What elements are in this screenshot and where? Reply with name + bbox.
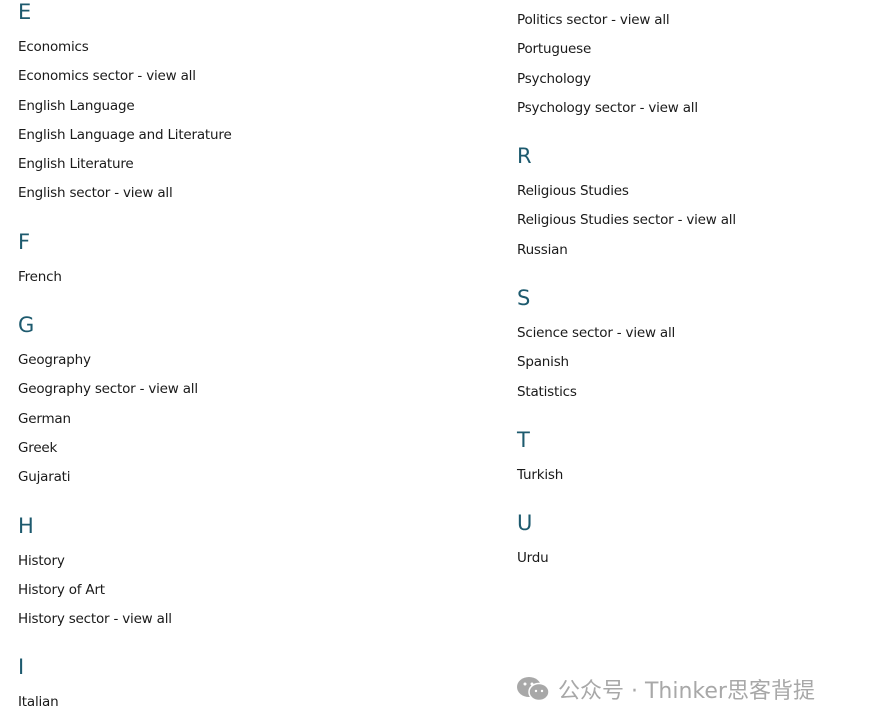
subject-link[interactable]: Italian xyxy=(18,688,478,717)
letter-group: S Science sector - view all Spanish Statist… xyxy=(517,278,873,407)
subject-link[interactable]: Statistics xyxy=(517,378,873,407)
subject-link[interactable]: Greek xyxy=(18,434,478,463)
subject-link[interactable]: History sector - view all xyxy=(18,605,478,634)
letter-group: R Religious Studies Religious Studies sect… xyxy=(517,136,873,265)
letter-heading: R xyxy=(517,144,532,169)
subject-link[interactable]: Geography sector - view all xyxy=(18,375,478,404)
subject-link[interactable]: Gujarati xyxy=(18,463,478,492)
letter-heading: T xyxy=(517,427,530,452)
subject-link[interactable]: English Literature xyxy=(18,150,478,179)
letter-group: G Geography Geography sector - view all Ger… xyxy=(18,305,478,492)
subject-link[interactable]: Portuguese xyxy=(517,35,873,64)
subject-link[interactable]: Russian xyxy=(517,236,873,265)
subject-column-right: Politics sector - view all Portuguese Psyc… xyxy=(517,6,873,574)
letter-heading: H xyxy=(18,513,34,538)
letter-heading: G xyxy=(18,313,35,338)
subject-link[interactable]: French xyxy=(18,263,478,292)
subject-column-left: E Economics Economics sector - view all Eng… xyxy=(18,0,478,718)
subject-link[interactable]: Geography xyxy=(18,346,478,375)
letter-group: T Turkish xyxy=(517,420,873,490)
letter-heading: S xyxy=(517,286,531,311)
letter-heading: U xyxy=(517,511,533,536)
letter-group: I Italian xyxy=(18,647,478,717)
letter-group: E Economics Economics sector - view all Eng… xyxy=(18,0,478,209)
subject-link[interactable]: Politics sector - view all xyxy=(517,6,873,35)
letter-group: H History History of Art History sector - v… xyxy=(18,506,478,635)
subject-link[interactable]: English Language xyxy=(18,92,478,121)
subject-link[interactable]: Religious Studies xyxy=(517,177,873,206)
subject-link[interactable]: German xyxy=(18,405,478,434)
subject-link[interactable]: Urdu xyxy=(517,544,873,573)
subject-link[interactable]: English Language and Literature xyxy=(18,121,478,150)
letter-heading: I xyxy=(18,655,25,680)
letter-group: U Urdu xyxy=(517,503,873,573)
subject-link[interactable]: Economics sector - view all xyxy=(18,62,478,91)
subject-link[interactable]: History xyxy=(18,547,478,576)
letter-group: Politics sector - view all Portuguese Psyc… xyxy=(517,6,873,123)
subject-link[interactable]: Psychology sector - view all xyxy=(517,94,873,123)
subject-link[interactable]: English sector - view all xyxy=(18,179,478,208)
letter-heading: E xyxy=(18,0,32,24)
subject-link[interactable]: Turkish xyxy=(517,461,873,490)
subject-link[interactable]: Economics xyxy=(18,33,478,62)
watermark: 公众号 · Thinker思客背提 xyxy=(516,675,815,704)
subject-link[interactable]: Spanish xyxy=(517,348,873,377)
subject-link[interactable]: Science sector - view all xyxy=(517,319,873,348)
wechat-icon xyxy=(517,677,550,702)
subject-link[interactable]: History of Art xyxy=(18,576,478,605)
subject-link[interactable]: Religious Studies sector - view all xyxy=(517,206,873,235)
letter-heading: F xyxy=(18,229,31,254)
watermark-text: 公众号 · Thinker思客背提 xyxy=(558,679,815,704)
subject-link[interactable]: Psychology xyxy=(517,65,873,94)
letter-group: F French xyxy=(18,222,478,292)
